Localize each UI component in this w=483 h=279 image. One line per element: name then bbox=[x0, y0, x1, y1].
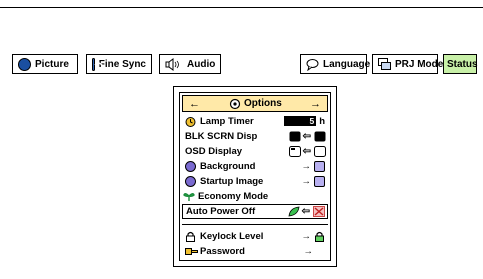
osd-off-icon bbox=[314, 145, 326, 157]
economy-mode-row: Economy Mode bbox=[182, 189, 328, 203]
options-menu-panel: ← Options → Lamp Timer 5 h BLK SCRN Disp… bbox=[173, 86, 337, 267]
tab-label: PRJ Mode bbox=[395, 58, 444, 70]
tab-label: Status bbox=[447, 58, 478, 70]
auto-power-off-label: Auto Power Off bbox=[186, 206, 256, 217]
options-menu-title: Options bbox=[244, 98, 282, 109]
leaf-icon bbox=[183, 191, 195, 202]
toggle-arrow-icon: ⇦ bbox=[301, 206, 310, 217]
keylock-level-row[interactable]: Keylock Level → bbox=[182, 229, 328, 243]
menu-divider bbox=[182, 224, 328, 225]
sharp-logo-screen-icon bbox=[289, 131, 301, 142]
options-menu-header: ← Options → bbox=[182, 95, 328, 112]
projector-mode-icon bbox=[378, 57, 391, 71]
tab-label: Fine Sync bbox=[98, 58, 146, 70]
tab-label: Audio bbox=[187, 58, 216, 70]
key-icon bbox=[185, 246, 198, 257]
startup-image-label: Startup Image bbox=[200, 175, 264, 187]
background-preview-icon bbox=[314, 160, 325, 172]
tab-fine-sync[interactable]: Fine Sync bbox=[86, 54, 152, 74]
startup-image-row[interactable]: Startup Image → bbox=[182, 174, 328, 188]
osd-display-row[interactable]: OSD Display ⇦ bbox=[182, 144, 328, 158]
toggle-arrow-icon: ⇦ bbox=[302, 145, 311, 157]
background-label: Background bbox=[200, 160, 256, 172]
submenu-arrow-icon: → bbox=[303, 245, 314, 257]
economy-mode-label: Economy Mode bbox=[198, 190, 269, 202]
lamp-timer-icon bbox=[185, 116, 196, 127]
background-icon bbox=[185, 160, 196, 172]
password-row[interactable]: Password → bbox=[182, 244, 328, 258]
black-screen-icon bbox=[314, 131, 326, 142]
green-padlock-icon bbox=[314, 231, 325, 242]
lamp-timer-unit: h bbox=[319, 115, 325, 127]
speaker-icon bbox=[165, 57, 183, 71]
tab-label: Language bbox=[323, 58, 371, 70]
lamp-timer-row: Lamp Timer 5 h bbox=[182, 114, 328, 128]
submenu-arrow-icon: → bbox=[301, 230, 312, 242]
blk-scrn-label: BLK SCRN Disp bbox=[185, 130, 258, 142]
toggle-arrow-icon: ⇦ bbox=[302, 130, 311, 142]
osd-on-icon bbox=[288, 145, 301, 157]
blk-scrn-disp-row[interactable]: BLK SCRN Disp ⇦ bbox=[182, 129, 328, 143]
power-off-disabled-icon bbox=[313, 206, 325, 217]
left-arrow-icon[interactable]: ← bbox=[189, 98, 200, 110]
picture-icon bbox=[18, 57, 31, 71]
password-label: Password bbox=[200, 245, 245, 257]
tab-label: Picture bbox=[35, 58, 69, 70]
padlock-icon bbox=[185, 231, 196, 242]
green-leaf-on-icon bbox=[288, 206, 300, 217]
options-gear-icon bbox=[229, 98, 241, 110]
speech-bubble-icon bbox=[306, 58, 319, 71]
keylock-level-label: Keylock Level bbox=[200, 230, 264, 242]
tab-status[interactable]: Status bbox=[443, 54, 478, 74]
submenu-arrow-icon: → bbox=[301, 175, 312, 187]
tab-language[interactable]: Language bbox=[300, 54, 371, 74]
tab-prj-mode[interactable]: PRJ Mode bbox=[372, 54, 443, 74]
lamp-timer-value: 5 bbox=[284, 116, 317, 126]
fine-sync-icon bbox=[92, 57, 103, 71]
options-menu-frame: ← Options → Lamp Timer 5 h BLK SCRN Disp… bbox=[179, 92, 331, 261]
tab-picture[interactable]: Picture bbox=[12, 54, 78, 74]
auto-power-off-row[interactable]: Auto Power Off ⇦ bbox=[182, 204, 328, 219]
right-arrow-icon[interactable]: → bbox=[310, 98, 321, 110]
lamp-timer-label: Lamp Timer bbox=[200, 115, 254, 127]
submenu-arrow-icon: → bbox=[301, 160, 312, 172]
background-row[interactable]: Background → bbox=[182, 159, 328, 173]
startup-preview-icon bbox=[314, 175, 325, 187]
top-divider bbox=[0, 7, 483, 8]
startup-image-icon bbox=[185, 175, 196, 187]
osd-display-label: OSD Display bbox=[185, 145, 243, 157]
tab-audio[interactable]: Audio bbox=[159, 54, 221, 74]
